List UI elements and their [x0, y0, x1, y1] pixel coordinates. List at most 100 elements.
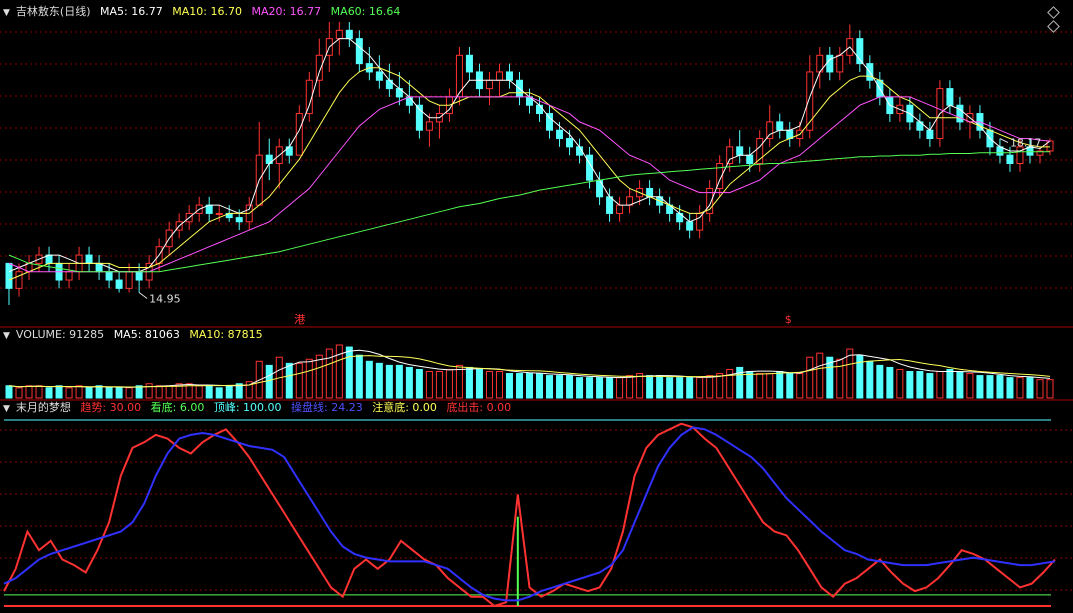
indicator-line — [3, 422, 1056, 608]
ma10-label: MA10: 16.70 — [172, 5, 242, 18]
annotation-label: 14.95 — [149, 293, 181, 306]
trend-label: 趋势: 30.00 — [80, 401, 142, 414]
candle-body — [235, 217, 243, 223]
volume-bar — [485, 371, 493, 399]
volume-bar — [505, 373, 513, 399]
volume-bar — [946, 368, 954, 399]
volume-bar — [75, 385, 83, 399]
indicator-name: 末月的梦想 — [15, 401, 71, 414]
volume-bar — [896, 368, 904, 399]
volume-bar — [355, 354, 363, 399]
ma20-label: MA20: 16.77 — [251, 5, 322, 18]
volume-bar — [656, 375, 664, 399]
volume-bar — [475, 368, 483, 399]
volume-bar — [225, 385, 233, 399]
control-label: 操盘线: 24.23 — [291, 401, 363, 414]
vol-ma10-label: MA10: 87815 — [189, 328, 263, 341]
candle-body — [425, 121, 433, 131]
annotation-pointer — [999, 138, 1009, 143]
volume-bar — [636, 373, 644, 399]
volume-bar — [576, 377, 584, 399]
candle-body — [485, 79, 493, 90]
volume-bar — [796, 373, 804, 399]
volume-bar — [836, 358, 844, 399]
volume-bar — [666, 377, 674, 399]
collapse-triangle-icon[interactable]: ▼ — [3, 5, 10, 21]
volume-bar — [155, 385, 163, 399]
volume-bar — [626, 375, 634, 399]
volume-bar — [986, 375, 994, 399]
candle-body — [135, 271, 143, 281]
candle-body — [375, 71, 383, 81]
volume-bar — [606, 377, 614, 399]
ma-line — [8, 151, 1050, 273]
volume-bar — [586, 377, 594, 399]
candle-body — [766, 121, 774, 140]
price-header: ▼ 吉林敖东(日线) MA5: 16.77 MA10: 16.70 MA20: 1… — [0, 4, 406, 20]
stock-chart[interactable]: 18.1714.95港$财 — [0, 0, 1073, 613]
candle-body — [125, 271, 133, 289]
volume-bar — [215, 387, 223, 399]
volume-bar — [596, 377, 604, 399]
volume-bar — [165, 385, 173, 399]
candle-body — [736, 146, 744, 156]
stock-title: 吉林敖东(日线) — [15, 5, 91, 18]
volume-bar — [265, 364, 273, 399]
candle-body — [836, 54, 844, 73]
volume-header: ▼ VOLUME: 91285 MA5: 81063 MA10: 87815 — [0, 327, 269, 343]
volume-bar — [536, 373, 544, 399]
volume-bar — [325, 348, 333, 399]
volume-bar — [295, 362, 303, 399]
volume-bar — [85, 387, 93, 399]
volume-bar — [385, 364, 393, 399]
volume-bar — [966, 373, 974, 399]
candle-body — [115, 279, 123, 289]
volume-bar — [1006, 377, 1014, 399]
volume-bar — [395, 364, 403, 399]
volume-bar — [816, 352, 824, 399]
collapse-triangle-icon[interactable]: ▼ — [3, 401, 10, 417]
candle-body — [826, 54, 834, 73]
volume-bar — [365, 360, 373, 399]
candle-body — [1006, 154, 1014, 164]
candle-body — [5, 262, 13, 289]
volume-bar — [706, 375, 714, 399]
volume-bar — [435, 371, 443, 399]
volume-bar — [35, 385, 43, 399]
volume-bar — [646, 375, 654, 399]
volume-bar — [115, 387, 123, 399]
volume-bar — [515, 373, 523, 399]
annotation-pointer — [138, 292, 148, 299]
volume-bar — [556, 375, 564, 399]
volume-bar — [806, 356, 814, 399]
candle-body — [105, 271, 113, 281]
volume-bar — [686, 377, 694, 399]
volume-bar — [195, 385, 203, 399]
candle-body — [556, 129, 564, 140]
annotation-label: 18.17 — [1010, 137, 1042, 150]
indicator-header: ▼ 末月的梦想 趋势: 30.00 看底: 6.00 顶峰: 100.00 操盘线… — [0, 400, 517, 416]
volume-bar — [716, 373, 724, 399]
candle-body — [946, 88, 954, 106]
candle-body — [15, 271, 23, 289]
ma60-label: MA60: 16.64 — [330, 5, 401, 18]
volume-bar — [135, 385, 143, 399]
volume-bar — [405, 366, 413, 399]
volume-bar — [205, 385, 213, 399]
volume-bar — [375, 362, 383, 399]
volume-bar — [766, 373, 774, 399]
candle-body — [355, 38, 363, 65]
watch-label: 注意底: 0.00 — [372, 401, 437, 414]
candle-body — [696, 212, 704, 231]
volume-bar — [786, 373, 794, 399]
volume-bar — [95, 385, 103, 399]
collapse-triangle-icon[interactable]: ▼ — [3, 328, 10, 344]
peak-label: 顶峰: 100.00 — [213, 401, 282, 414]
volume-bar — [956, 371, 964, 399]
volume-bar — [65, 387, 73, 399]
candle-body — [345, 29, 353, 40]
candle-body — [746, 154, 754, 164]
hit-label: 底出击: 0.00 — [446, 401, 512, 414]
volume-bar — [936, 371, 944, 399]
candle-body — [566, 138, 574, 148]
